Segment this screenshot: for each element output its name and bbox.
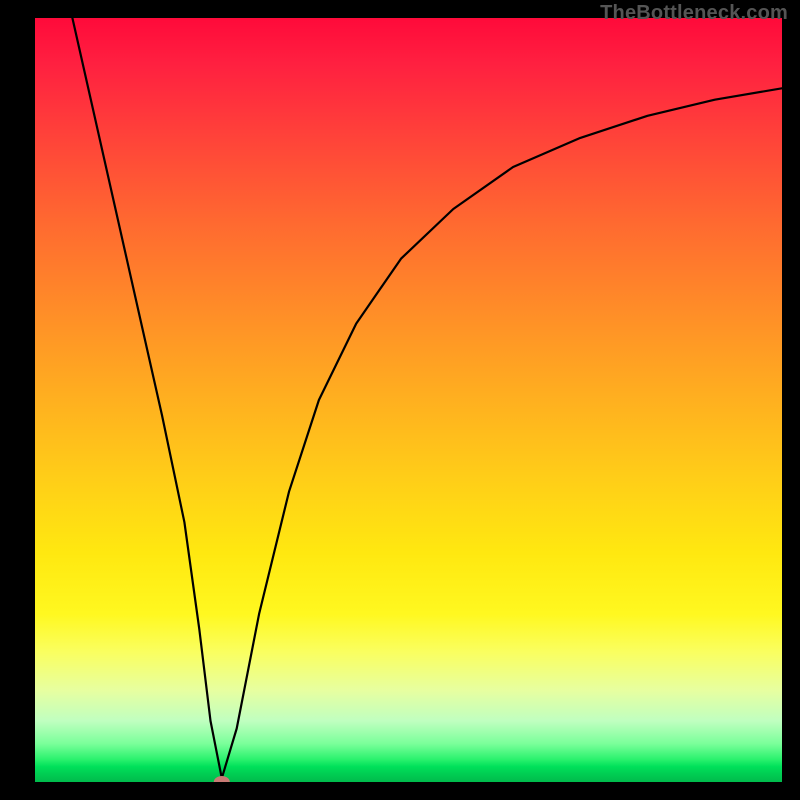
marker-dot [214, 776, 230, 782]
chart-frame: TheBottleneck.com [0, 0, 800, 800]
watermark-text: TheBottleneck.com [600, 2, 788, 25]
bottleneck-curve-svg [35, 18, 782, 782]
curve-path [72, 18, 782, 778]
gradient-plot-area [35, 18, 782, 782]
